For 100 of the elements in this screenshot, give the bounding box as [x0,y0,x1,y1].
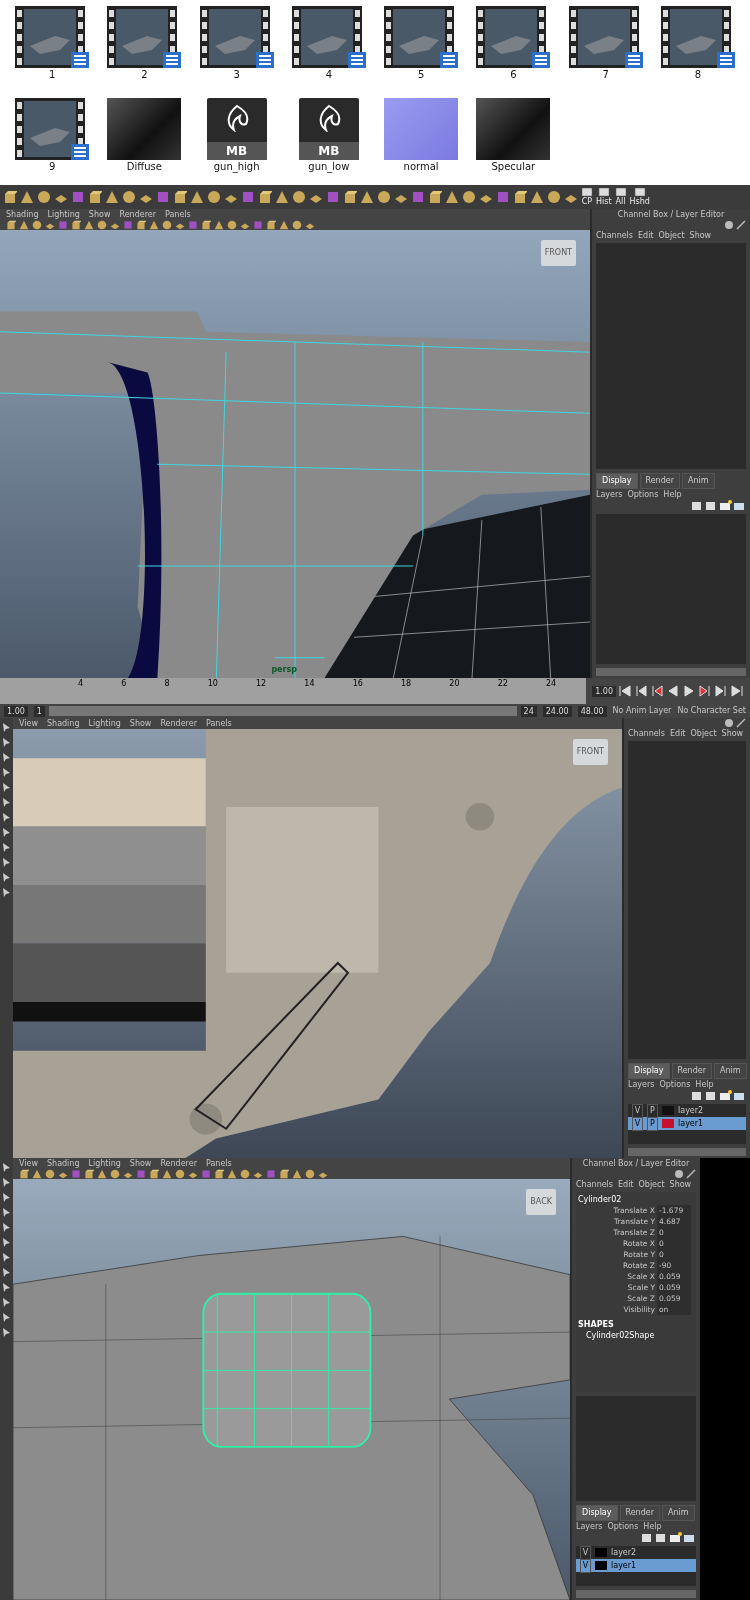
tool-icon[interactable] [1,1297,12,1308]
menu-item[interactable]: Renderer [119,209,156,220]
layer-editor-tab[interactable]: Anim [714,1063,747,1079]
cube-icon[interactable] [173,190,187,204]
layer-row[interactable]: V layer1 [576,1559,696,1572]
layer-editor-tab[interactable]: Render [671,1063,712,1079]
sphere-icon[interactable] [305,1169,315,1179]
object-name[interactable]: Cylinder02 [578,1194,694,1205]
menu-item[interactable]: Show [689,230,712,241]
video-file-icon[interactable] [476,6,551,68]
tool-icon[interactable] [1,1207,12,1218]
cube-icon[interactable] [19,1169,29,1179]
shelf-button[interactable]: CP [581,188,593,206]
cone-icon[interactable] [105,190,119,204]
start-time-field[interactable]: 1.00 [4,705,28,717]
cube-icon[interactable] [258,190,272,204]
sphere-icon[interactable] [207,190,221,204]
menu-item[interactable]: Layers [628,1079,655,1090]
video-file-icon[interactable] [291,6,366,68]
menu-item[interactable]: Channels [576,1179,613,1190]
sphere-icon[interactable] [292,190,306,204]
cube-icon[interactable] [513,190,527,204]
menu-item[interactable]: Help [695,1079,714,1090]
menu-item[interactable]: Object [690,728,717,739]
tool-icon[interactable] [1,1192,12,1203]
menu-item[interactable]: Options [659,1079,691,1090]
menu-item[interactable]: Channels [596,230,633,241]
anim-layer-dropdown[interactable]: No Anim Layer [612,705,672,717]
cone-icon[interactable] [20,190,34,204]
cube-icon[interactable] [3,190,17,204]
cube-icon[interactable] [136,220,146,230]
sphere-icon[interactable] [377,190,391,204]
tool-icon[interactable] [1,1327,12,1338]
cube-icon[interactable] [343,190,357,204]
sphere-icon[interactable] [110,1169,120,1179]
horizontal-scrollbar[interactable] [596,668,746,676]
menu-item[interactable]: Lighting [88,718,121,729]
tool-icon[interactable] [1,782,12,793]
menu-item[interactable]: Object [638,1179,665,1190]
tool-icon[interactable] [1,1177,12,1188]
cube-icon[interactable] [214,1169,224,1179]
video-file-icon[interactable] [568,6,643,68]
video-file-icon[interactable] [15,98,90,160]
menu-item[interactable]: Show [721,728,744,739]
tool-icon[interactable] [1,842,12,853]
menu-item[interactable]: Layers [576,1521,603,1532]
sphere-icon[interactable] [162,220,172,230]
menu-item[interactable]: Layers [596,489,623,500]
layer-toggle[interactable]: V [580,1545,591,1560]
layer-toggle[interactable]: P [647,1103,658,1118]
tool-icon[interactable] [1,722,12,733]
sphere-icon[interactable] [175,1169,185,1179]
tool-icon[interactable] [1,827,12,838]
next-key-button[interactable] [698,684,712,698]
horizontal-scrollbar[interactable] [628,1148,746,1156]
layer-row[interactable]: V P layer1 [628,1117,746,1130]
texture-thumbnail[interactable] [384,98,459,160]
menu-item[interactable]: Panels [164,209,191,220]
menu-item[interactable]: Shading [6,209,39,220]
shelf-button[interactable]: All [614,188,627,206]
cube-icon[interactable] [71,220,81,230]
current-frame-field[interactable]: 1.00 [592,685,616,697]
menu-item[interactable]: Options [627,489,659,500]
shelf-button[interactable]: Hshd [629,188,650,206]
tool-icon[interactable] [1,752,12,763]
total-end-field[interactable]: 48.00 [577,705,607,717]
maya-file-icon[interactable]: MB [206,98,267,160]
menu-item[interactable]: Show [129,718,152,729]
cube-icon[interactable] [6,220,16,230]
step-back-button[interactable] [634,684,648,698]
shape-name[interactable]: Cylinder02Shape [578,1330,694,1341]
video-file-icon[interactable] [660,6,735,68]
menu-item[interactable]: Show [669,1179,692,1190]
cone-icon[interactable] [530,190,544,204]
cube-icon[interactable] [149,1169,159,1179]
cube-icon[interactable] [88,190,102,204]
tool-icon[interactable] [1,1237,12,1248]
layer-editor-tab[interactable]: Display [596,473,638,489]
menu-item[interactable]: Help [643,1521,662,1532]
menu-item[interactable]: Lighting [47,209,80,220]
menu-item[interactable]: Shading [47,1158,80,1169]
video-file-icon[interactable] [199,6,274,68]
layer-toggle[interactable]: V [632,1116,643,1131]
video-file-icon[interactable] [15,6,90,68]
tool-icon[interactable] [1,812,12,823]
cube-icon[interactable] [84,1169,94,1179]
cube-icon[interactable] [201,220,211,230]
layer-toggle[interactable]: V [580,1558,591,1573]
end-time-field[interactable]: 24.00 [542,705,572,717]
cone-icon[interactable] [360,190,374,204]
menu-item[interactable]: Panels [205,718,232,729]
skip-to-start-button[interactable] [618,684,632,698]
tool-icon[interactable] [1,857,12,868]
tool-icon[interactable] [1,1312,12,1323]
cone-icon[interactable] [275,190,289,204]
menu-item[interactable]: Show [88,209,111,220]
range-start-handle[interactable]: 1 [33,705,45,717]
menu-item[interactable]: Edit [670,728,686,739]
menu-item[interactable]: View [19,1158,38,1169]
tool-icon[interactable] [1,1222,12,1233]
